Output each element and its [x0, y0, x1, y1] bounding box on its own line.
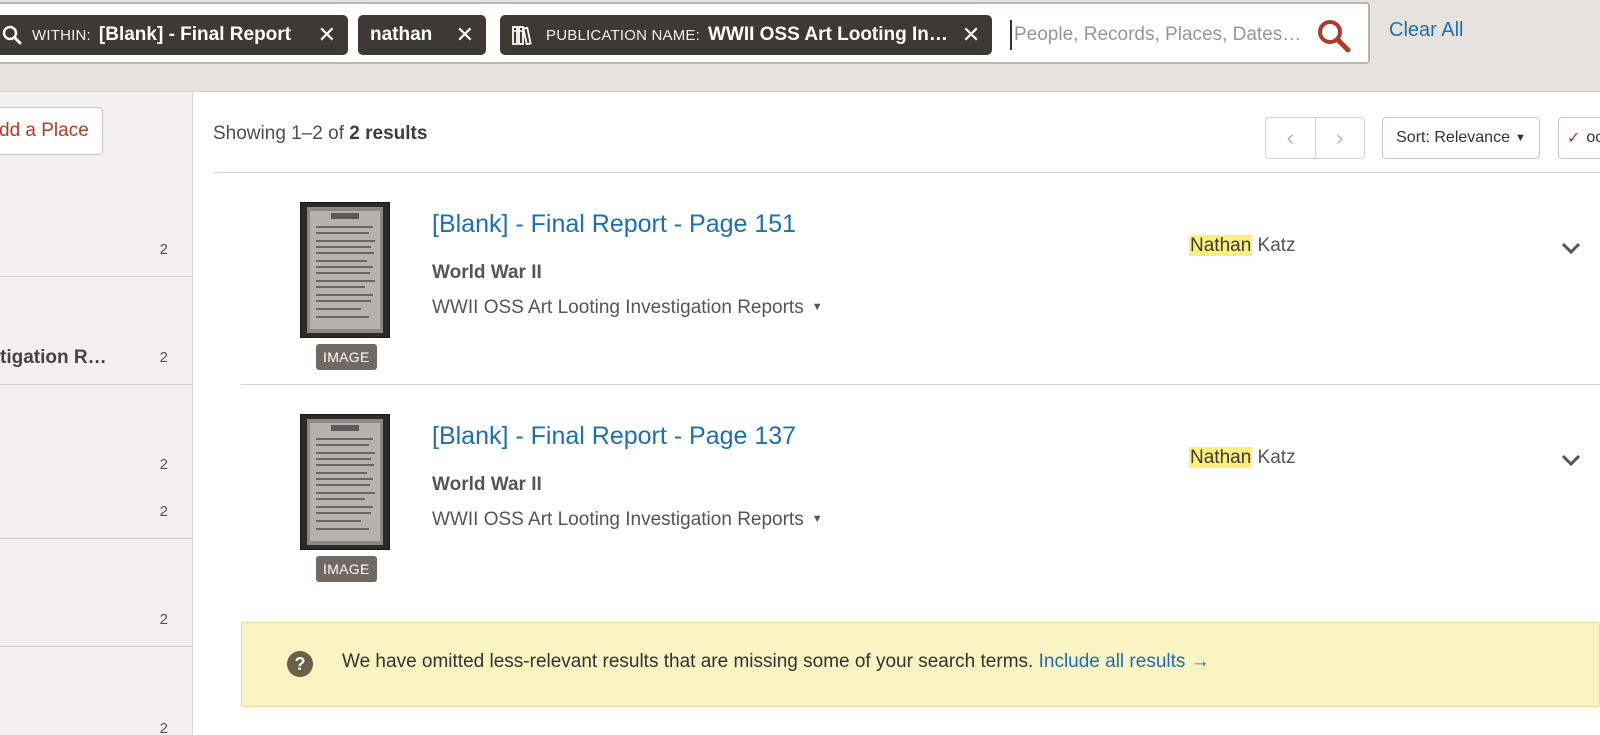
divider — [0, 384, 193, 385]
books-icon — [512, 25, 536, 45]
next-page-button[interactable]: › — [1314, 118, 1365, 158]
facet-count: 2 — [159, 456, 168, 473]
result-item: IMAGE [Blank] - Final Report - Page 137 … — [241, 414, 1600, 624]
sort-dropdown[interactable]: Sort: Relevance ▼ — [1382, 117, 1540, 159]
result-person-rest: Katz — [1252, 447, 1296, 468]
result-collection: World War II — [432, 262, 542, 283]
notice-message: We have omitted less-relevant results th… — [342, 651, 1210, 673]
filter-chip-keyword[interactable]: nathan ✕ — [358, 15, 486, 55]
divider — [0, 646, 193, 647]
chevron-down-icon — [1561, 242, 1581, 255]
results-summary-prefix: Showing 1–2 of — [213, 123, 350, 144]
result-publication[interactable]: WWII OSS Art Looting Investigation Repor… — [432, 509, 823, 531]
filter-publication-label: PUBLICATION NAME: — [546, 26, 700, 44]
result-person-rest: Katz — [1252, 235, 1296, 256]
search-term-highlight: Nathan — [1189, 447, 1253, 468]
checkmark-icon: ✓ — [1567, 130, 1581, 147]
facet-count: 2 — [159, 349, 168, 366]
close-icon[interactable]: ✕ — [442, 24, 474, 46]
result-publication-label: WWII OSS Art Looting Investigation Repor… — [432, 509, 804, 530]
close-icon[interactable]: ✕ — [948, 24, 980, 46]
result-title-link[interactable]: [Blank] - Final Report - Page 137 — [432, 422, 796, 451]
result-publication[interactable]: WWII OSS Art Looting Investigation Repor… — [432, 297, 823, 319]
facet-count: 2 — [159, 720, 168, 735]
results-summary: Showing 1–2 of 2 results — [213, 123, 427, 145]
result-thumbnail[interactable] — [300, 414, 390, 550]
search-input[interactable] — [1010, 20, 1310, 50]
filter-chip-publication[interactable]: PUBLICATION NAME: WWII OSS Art Looting I… — [500, 15, 992, 55]
filter-within-label: WITHIN: — [32, 26, 91, 44]
notice-text: We have omitted less-relevant results th… — [342, 651, 1039, 672]
facet-count: 2 — [159, 503, 168, 520]
caret-down-icon: ▼ — [811, 513, 823, 525]
expand-result-button[interactable] — [1559, 448, 1583, 472]
filter-chip-within[interactable]: WITHIN: [Blank] - Final Report ✕ — [0, 15, 348, 55]
divider — [0, 538, 193, 539]
divider — [241, 384, 1600, 385]
document-image — [307, 207, 383, 333]
search-term-highlight: Nathan — [1189, 235, 1253, 256]
close-icon[interactable]: ✕ — [304, 24, 336, 46]
question-icon: ? — [287, 651, 313, 677]
ocr-toggle-button[interactable]: ✓ oc — [1558, 117, 1600, 159]
ocr-toggle-label: oc — [1586, 129, 1600, 146]
add-place-button[interactable]: dd a Place — [0, 107, 103, 155]
result-item: IMAGE [Blank] - Final Report - Page 151 … — [241, 202, 1600, 412]
result-thumbnail[interactable] — [300, 202, 390, 338]
search-icon — [1318, 20, 1351, 53]
facet-sidebar: dd a Place 2 tigation R… 2 2 2 2 2 — [0, 92, 193, 735]
caret-down-icon: ▼ — [1514, 132, 1526, 144]
result-title-link[interactable]: [Blank] - Final Report - Page 151 — [432, 210, 796, 239]
result-person: Nathan Katz — [1189, 447, 1296, 469]
document-image — [307, 419, 383, 545]
facet-label[interactable]: tigation R… — [0, 347, 107, 369]
caret-down-icon: ▼ — [811, 301, 823, 313]
omitted-results-notice: ? We have omitted less-relevant results … — [241, 622, 1600, 707]
include-all-results-link[interactable]: Include all results → — [1039, 651, 1210, 672]
sort-label: Sort: Relevance — [1396, 129, 1510, 146]
chevron-down-icon — [1561, 454, 1581, 467]
previous-page-button[interactable]: ‹ — [1266, 118, 1315, 158]
filter-publication-value: WWII OSS Art Looting In… — [707, 24, 948, 45]
divider — [213, 172, 1600, 173]
image-badge: IMAGE — [316, 344, 377, 370]
results-summary-total: 2 results — [349, 123, 428, 144]
search-button[interactable] — [1315, 17, 1353, 55]
result-publication-label: WWII OSS Art Looting Investigation Repor… — [432, 297, 804, 318]
image-badge: IMAGE — [316, 556, 377, 582]
pagination: ‹ › — [1265, 117, 1365, 159]
divider — [0, 276, 193, 277]
filter-bar: WITHIN: [Blank] - Final Report ✕ nathan … — [0, 0, 1600, 92]
facet-count: 2 — [159, 241, 168, 258]
expand-result-button[interactable] — [1559, 236, 1583, 260]
filter-keyword-value: nathan — [370, 24, 433, 45]
search-box: WITHIN: [Blank] - Final Report ✕ nathan … — [0, 2, 1370, 64]
filter-within-value: [Blank] - Final Report — [98, 24, 292, 45]
clear-all-link[interactable]: Clear All — [1389, 19, 1463, 42]
result-collection: World War II — [432, 474, 542, 495]
facet-count: 2 — [159, 611, 168, 628]
result-person: Nathan Katz — [1189, 235, 1296, 257]
search-icon — [2, 25, 22, 45]
